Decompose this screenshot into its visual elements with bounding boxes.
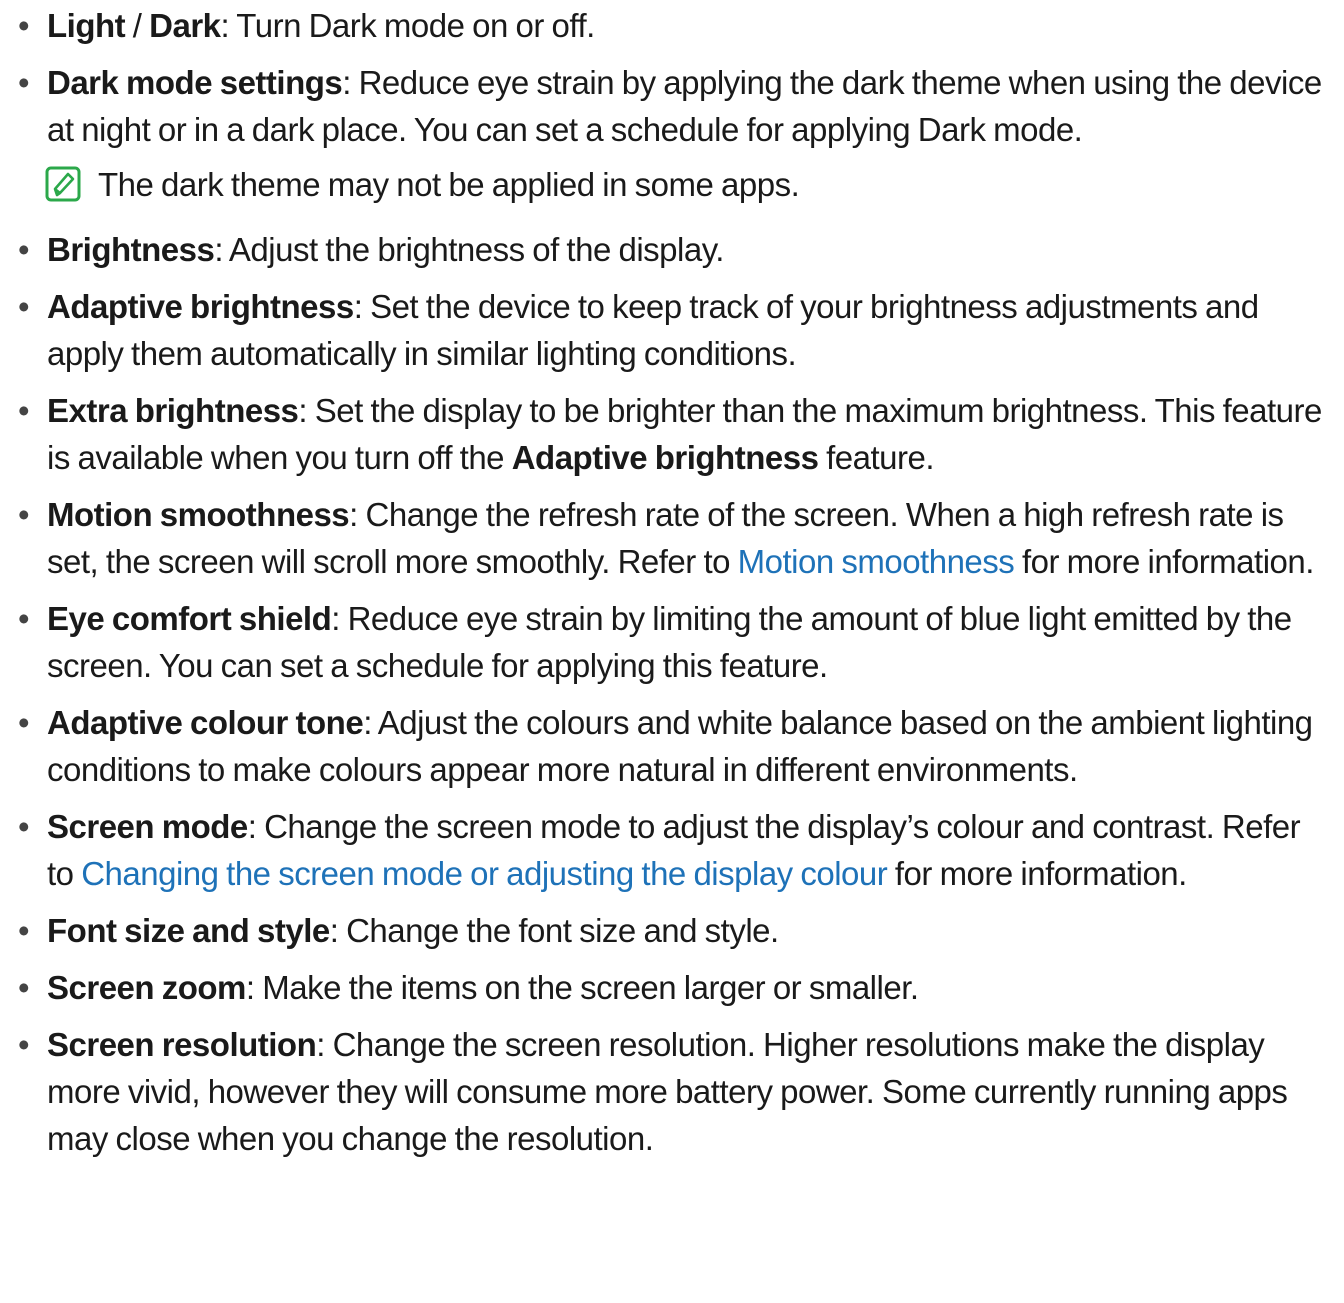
term-light: Light bbox=[47, 7, 126, 44]
list-item-light-dark: • Light / Dark: Turn Dark mode on or off… bbox=[0, 2, 1330, 49]
bullet: • bbox=[18, 64, 30, 101]
bullet: • bbox=[18, 969, 30, 1006]
note-pencil-icon bbox=[45, 166, 81, 202]
term: Adaptive colour tone bbox=[47, 704, 364, 741]
term: Screen zoom bbox=[47, 969, 246, 1006]
link-motion-smoothness[interactable]: Motion smoothness bbox=[738, 543, 1015, 580]
description: : Adjust the brightness of the display. bbox=[214, 231, 724, 268]
term: Motion smoothness bbox=[47, 496, 350, 533]
list-item-screen-zoom: • Screen zoom: Make the items on the scr… bbox=[0, 964, 1330, 1011]
description-part-2: for more information. bbox=[1014, 543, 1314, 580]
description-part-2: for more information. bbox=[887, 855, 1187, 892]
bullet: • bbox=[18, 808, 30, 845]
list-item-eye-comfort-shield: • Eye comfort shield: Reduce eye strain … bbox=[0, 595, 1330, 689]
bullet: • bbox=[18, 912, 30, 949]
list-item-font-size-style: • Font size and style: Change the font s… bbox=[0, 907, 1330, 954]
term: Extra brightness bbox=[47, 392, 299, 429]
bullet: • bbox=[18, 600, 30, 637]
term: Screen resolution bbox=[47, 1026, 317, 1063]
list-item-adaptive-colour-tone: • Adaptive colour tone: Adjust the colou… bbox=[0, 699, 1330, 793]
description: : Change the font size and style. bbox=[329, 912, 779, 949]
list-item-screen-mode: • Screen mode: Change the screen mode to… bbox=[0, 803, 1330, 897]
bullet: • bbox=[18, 1026, 30, 1063]
term: Brightness bbox=[47, 231, 215, 268]
note: The dark theme may not be applied in som… bbox=[0, 161, 1330, 208]
term: Font size and style bbox=[47, 912, 330, 949]
link-changing-screen-mode[interactable]: Changing the screen mode or adjusting th… bbox=[81, 855, 888, 892]
term: Dark mode settings bbox=[47, 64, 343, 101]
bullet: • bbox=[18, 496, 30, 533]
list-item-brightness: • Brightness: Adjust the brightness of t… bbox=[0, 226, 1330, 273]
settings-description-page: • Light / Dark: Turn Dark mode on or off… bbox=[0, 0, 1344, 1303]
list-item-screen-resolution: • Screen resolution: Change the screen r… bbox=[0, 1021, 1330, 1162]
inline-term: Adaptive brightness bbox=[511, 439, 819, 476]
description-part-2: feature. bbox=[818, 439, 935, 476]
term-separator: / bbox=[125, 7, 150, 44]
bullet: • bbox=[18, 231, 30, 268]
list-item-extra-brightness: • Extra brightness: Set the display to b… bbox=[0, 387, 1330, 481]
term: Eye comfort shield bbox=[47, 600, 332, 637]
note-text: The dark theme may not be applied in som… bbox=[98, 166, 800, 203]
description: : Turn Dark mode on or off. bbox=[220, 7, 596, 44]
term: Screen mode bbox=[47, 808, 248, 845]
bullet: • bbox=[18, 392, 30, 429]
description: : Make the items on the screen larger or… bbox=[245, 969, 919, 1006]
term: Adaptive brightness bbox=[47, 288, 354, 325]
list-item-motion-smoothness: • Motion smoothness: Change the refresh … bbox=[0, 491, 1330, 585]
bullet: • bbox=[18, 7, 30, 44]
bullet: • bbox=[18, 288, 30, 325]
list-item-adaptive-brightness: • Adaptive brightness: Set the device to… bbox=[0, 283, 1330, 377]
list-item-dark-mode-settings: • Dark mode settings: Reduce eye strain … bbox=[0, 59, 1330, 153]
bullet: • bbox=[18, 704, 30, 741]
term-dark: Dark bbox=[149, 7, 221, 44]
